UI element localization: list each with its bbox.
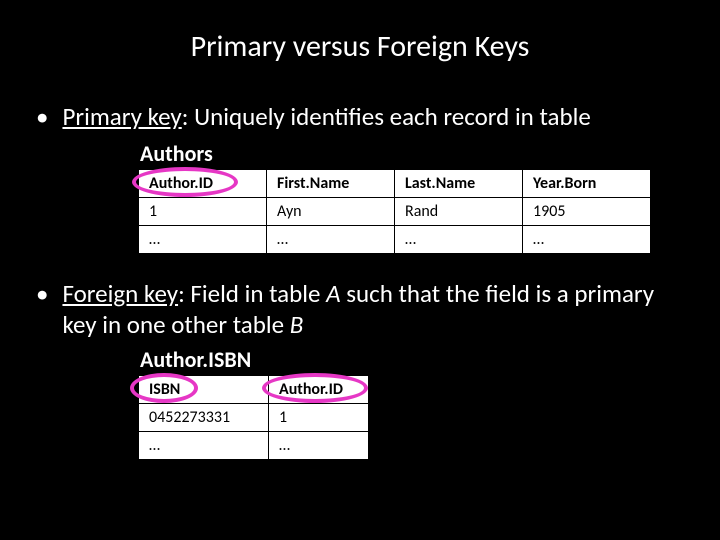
table-row: 0452273331 1 [139, 404, 369, 432]
bullet-dot-icon: • [36, 101, 48, 134]
cell: … [139, 432, 269, 460]
table-a: A [326, 278, 340, 309]
cell: 1 [139, 197, 267, 225]
table-b: B [290, 309, 304, 340]
authors-table: Author.ID First.Name Last.Name Year.Born… [138, 169, 651, 254]
author-isbn-table: ISBN Author.ID 0452273331 1 … … [138, 375, 369, 460]
col-year-born: Year.Born [523, 169, 651, 197]
bullet-foreign-key: • Foreign key: Field in table A such tha… [36, 278, 684, 341]
bullet-primary-key: • Primary key: Uniquely identifies each … [36, 101, 684, 134]
cell: … [269, 432, 369, 460]
col-author-id: Author.ID [269, 376, 369, 404]
authors-table-wrap: Author.ID First.Name Last.Name Year.Born… [138, 169, 690, 254]
table-header-row: Author.ID First.Name Last.Name Year.Born [139, 169, 651, 197]
table-row: 1 Ayn Rand 1905 [139, 197, 651, 225]
cell: Ayn [267, 197, 395, 225]
cell: 0452273331 [139, 404, 269, 432]
cell: … [523, 225, 651, 253]
cell: … [267, 225, 395, 253]
term-foreign-key: Foreign key [62, 278, 178, 309]
table-row: … … [139, 432, 369, 460]
cell: 1 [269, 404, 369, 432]
slide: Primary versus Foreign Keys • Primary ke… [0, 0, 720, 540]
table-row: … … … … [139, 225, 651, 253]
col-isbn: ISBN [139, 376, 269, 404]
authors-table-label: Authors [140, 140, 690, 167]
slide-title: Primary versus Foreign Keys [30, 28, 690, 65]
cell: Rand [395, 197, 523, 225]
isbn-table-wrap: ISBN Author.ID 0452273331 1 … … [138, 375, 690, 460]
bullet-text: Primary key: Uniquely identifies each re… [62, 101, 590, 132]
bullet-dot-icon: • [36, 278, 48, 311]
bullet-text: Foreign key: Field in table A such that … [62, 278, 684, 341]
col-last-name: Last.Name [395, 169, 523, 197]
isbn-table-label: Author.ISBN [140, 346, 690, 373]
table-header-row: ISBN Author.ID [139, 376, 369, 404]
cell: … [395, 225, 523, 253]
bullet-mid1: : Field in table [178, 278, 326, 309]
term-primary-key: Primary key [62, 101, 181, 132]
cell: … [139, 225, 267, 253]
bullet-rest: : Uniquely identifies each record in tab… [182, 101, 591, 132]
cell: 1905 [523, 197, 651, 225]
col-author-id: Author.ID [139, 169, 267, 197]
col-first-name: First.Name [267, 169, 395, 197]
